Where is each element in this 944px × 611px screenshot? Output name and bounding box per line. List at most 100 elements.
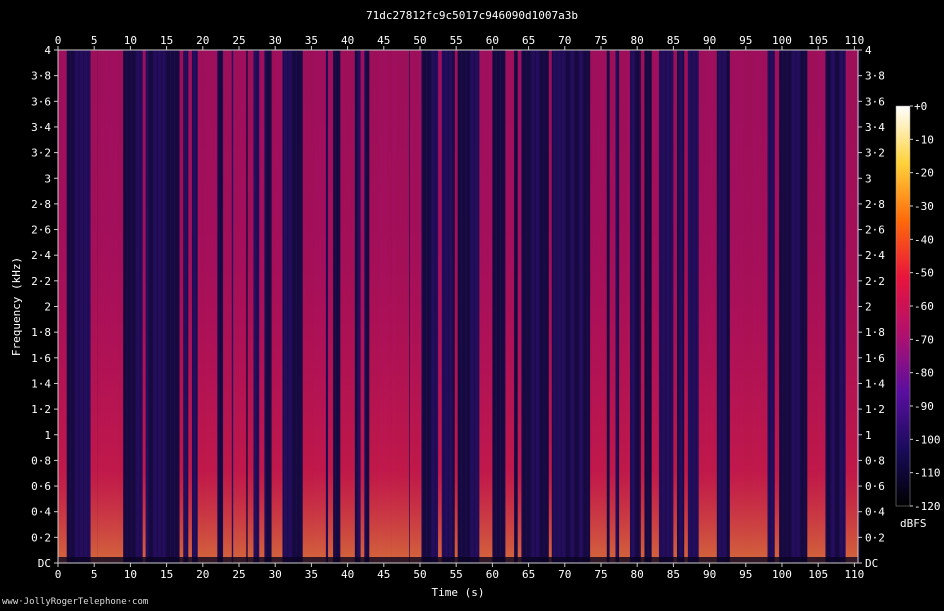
noise-stripe — [783, 50, 787, 563]
y-tick-label-right: 3 — [865, 172, 872, 185]
y-tick-label-left: 3·2 — [31, 147, 51, 160]
y-axis-label: Frequency (kHz) — [10, 257, 23, 356]
y-tick-label-left: 3 — [44, 172, 51, 185]
segment-energy — [590, 50, 607, 563]
noise-stripe — [444, 50, 448, 563]
y-tick-label-left: 1·8 — [31, 326, 51, 339]
x-tick-label-bottom: 100 — [772, 568, 792, 581]
x-tick-label-bottom: 75 — [594, 568, 607, 581]
noise-stripe — [166, 50, 170, 563]
noise-stripe — [127, 50, 131, 563]
noise-stripe — [66, 50, 70, 563]
y-tick-label-right: 1·8 — [865, 326, 885, 339]
noise-stripe — [687, 50, 692, 563]
noise-stripe — [496, 50, 500, 563]
noise-stripe — [175, 50, 179, 563]
colorbar-tick-label: -70 — [914, 333, 934, 346]
x-tick-label-top: 110 — [844, 34, 864, 47]
noise-stripe — [718, 50, 722, 563]
y-tick-label-left: 4 — [44, 44, 51, 57]
noise-stripe — [779, 50, 783, 563]
y-tick-label-left: 1·2 — [31, 403, 51, 416]
x-tick-label-bottom: 90 — [703, 568, 716, 581]
segment-energy — [548, 50, 552, 563]
colorbar-tick-label: -100 — [914, 433, 941, 446]
y-tick-label-right: 4 — [865, 44, 872, 57]
noise-stripe — [366, 50, 370, 563]
noise-stripe — [531, 50, 535, 563]
noise-stripe — [527, 50, 531, 563]
segment-energy — [409, 50, 422, 563]
noise-stripe — [570, 50, 574, 563]
y-tick-label-left: 2·8 — [31, 198, 51, 211]
segment-energy — [197, 50, 218, 563]
segment-energy — [259, 50, 265, 563]
noise-stripe — [792, 50, 796, 563]
x-tick-label-top: 90 — [703, 34, 716, 47]
x-tick-label-top: 35 — [305, 34, 318, 47]
y-tick-label-left: 1 — [44, 429, 51, 442]
y-tick-label-left: 0·2 — [31, 531, 51, 544]
segment-energy — [233, 50, 247, 563]
x-tick-label-bottom: 35 — [305, 568, 318, 581]
x-tick-label-top: 105 — [808, 34, 828, 47]
x-tick-label-top: 0 — [55, 34, 62, 47]
colorbar-tick-label: -50 — [914, 267, 934, 280]
x-tick-label-bottom: 0 — [55, 568, 62, 581]
y-tick-label-right: 2·2 — [865, 275, 885, 288]
noise-stripe — [192, 50, 196, 563]
noise-stripe — [170, 50, 175, 563]
x-tick-label-bottom: 55 — [450, 568, 463, 581]
segment-energy — [302, 50, 326, 563]
segment-energy — [684, 50, 688, 563]
noise-stripe — [123, 50, 127, 563]
segment-energy — [673, 50, 678, 563]
y-tick-label-right: 2·4 — [865, 249, 885, 262]
noise-stripe — [84, 50, 88, 563]
segment-energy — [651, 50, 659, 563]
noise-stripe — [574, 50, 579, 563]
colorbar-tick-label: +0 — [914, 100, 927, 113]
spectrogram-plot: 0055101015152020252530303535404045455050… — [10, 34, 941, 599]
segment-energy — [369, 50, 392, 563]
noise-stripe — [566, 50, 570, 563]
segment-energy — [774, 50, 780, 563]
noise-stripe — [427, 50, 431, 563]
noise-stripe — [561, 50, 566, 563]
noise-stripe — [722, 50, 726, 563]
noise-stripe — [162, 50, 166, 563]
noise-stripe — [79, 50, 83, 563]
x-tick-label-top: 40 — [341, 34, 354, 47]
y-tick-label-left: 3·6 — [31, 95, 51, 108]
x-tick-label-bottom: 40 — [341, 568, 354, 581]
noise-stripe — [431, 50, 435, 563]
y-tick-label-left: 2 — [44, 301, 51, 314]
colorbar-label: dBFS — [900, 517, 927, 530]
noise-stripe — [770, 50, 774, 563]
noise-stripe — [466, 50, 470, 563]
noise-stripe — [283, 50, 288, 563]
noise-stripe — [457, 50, 461, 563]
x-tick-label-bottom: 65 — [522, 568, 535, 581]
segment-energy — [90, 50, 98, 563]
noise-stripe — [692, 50, 696, 563]
noise-stripe — [648, 50, 653, 563]
x-tick-label-bottom: 70 — [558, 568, 571, 581]
colorbar-tick-label: -20 — [914, 167, 934, 180]
segment-energy — [609, 50, 616, 563]
segment-energy — [698, 50, 717, 563]
y-tick-label-right: 3·6 — [865, 95, 885, 108]
x-tick-label-top: 65 — [522, 34, 535, 47]
x-tick-label-bottom: 110 — [844, 568, 864, 581]
segment-energy — [619, 50, 630, 563]
colorbar-tick-label: -110 — [914, 467, 941, 480]
noise-stripe — [553, 50, 557, 563]
colorbar — [895, 105, 911, 507]
y-tick-label-right: 2·6 — [865, 224, 885, 237]
noise-stripe — [470, 50, 474, 563]
colorbar-tick-label: -120 — [914, 500, 941, 513]
segment-energy — [271, 50, 283, 563]
x-tick-label-top: 25 — [232, 34, 245, 47]
noise-stripe — [136, 50, 140, 563]
y-tick-label-left: 2·4 — [31, 249, 51, 262]
